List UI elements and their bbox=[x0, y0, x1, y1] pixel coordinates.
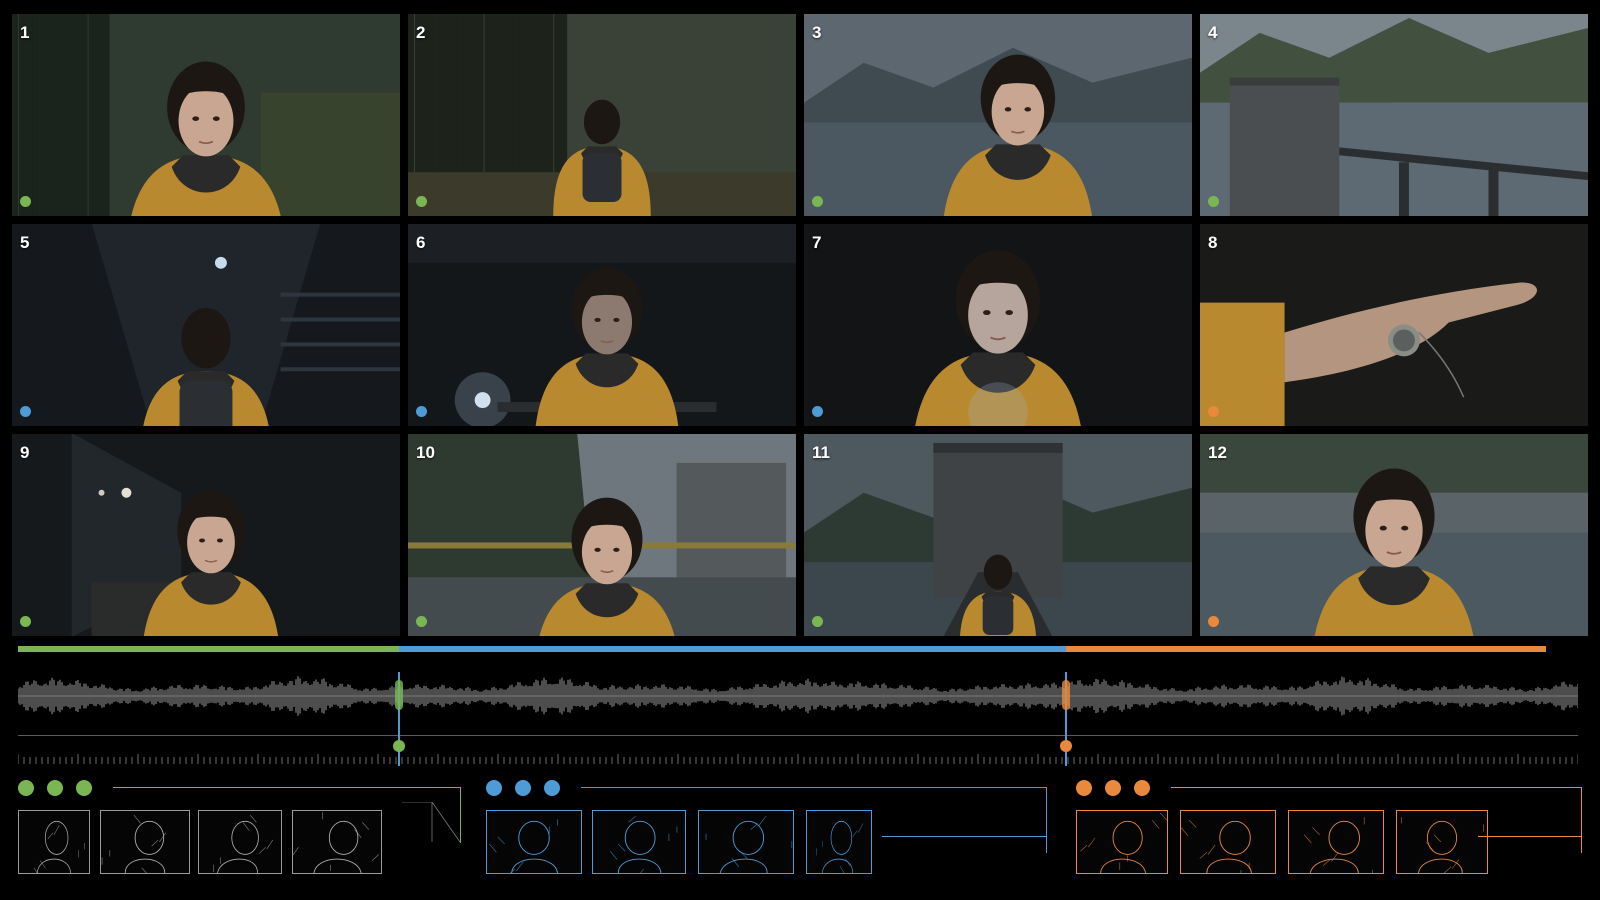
sketch-thumbnail[interactable] bbox=[292, 810, 382, 874]
timeline-ruler[interactable] bbox=[17, 752, 1579, 764]
storyboard-shot-7[interactable]: 7 bbox=[804, 224, 1192, 426]
act-panel-2 bbox=[486, 776, 1047, 876]
timeline-track-line bbox=[18, 735, 1578, 736]
act-beat-dot[interactable] bbox=[18, 780, 34, 796]
shot-image bbox=[804, 14, 1192, 216]
act-indicator-dot bbox=[416, 406, 427, 417]
shot-image bbox=[1200, 434, 1588, 636]
sketch-thumbnail[interactable] bbox=[698, 810, 794, 874]
act-indicator-dot bbox=[20, 196, 31, 207]
act-indicator-dot bbox=[1208, 406, 1219, 417]
act-bracket-line bbox=[1171, 787, 1581, 788]
sketch-thumbnail[interactable] bbox=[1288, 810, 1384, 874]
storyboard-shot-3[interactable]: 3 bbox=[804, 14, 1192, 216]
act-beat-dot[interactable] bbox=[544, 780, 560, 796]
shot-image bbox=[1200, 224, 1588, 426]
sketch-thumbnail[interactable] bbox=[1076, 810, 1168, 874]
storyboard-shot-6[interactable]: 6 bbox=[408, 224, 796, 426]
shot-image bbox=[408, 434, 796, 636]
sketch-thumbnail[interactable] bbox=[1396, 810, 1488, 874]
shot-image bbox=[804, 224, 1192, 426]
act-indicator-dot bbox=[1208, 196, 1219, 207]
storyboard-shot-8[interactable]: 8 bbox=[1200, 224, 1588, 426]
waveform-graphic bbox=[17, 676, 1579, 716]
bracket-diagonal bbox=[402, 802, 461, 843]
act-beat-dot[interactable] bbox=[515, 780, 531, 796]
act-indicator-dot bbox=[812, 616, 823, 627]
storyboard-shot-9[interactable]: 9 bbox=[12, 434, 400, 636]
shot-number: 11 bbox=[812, 443, 830, 462]
shot-number: 6 bbox=[416, 233, 426, 252]
act-panel-3 bbox=[1076, 776, 1582, 876]
shot-image bbox=[804, 434, 1192, 636]
transition-marker-handle[interactable] bbox=[395, 680, 404, 710]
shot-number: 5 bbox=[20, 233, 30, 252]
storyboard-shot-12[interactable]: 12 bbox=[1200, 434, 1588, 636]
act-bar-1[interactable] bbox=[18, 646, 400, 652]
shot-number: 12 bbox=[1208, 443, 1227, 462]
act-beat-dot[interactable] bbox=[1105, 780, 1121, 796]
shot-image bbox=[12, 434, 400, 636]
shot-number: 3 bbox=[812, 23, 822, 42]
shot-image bbox=[12, 14, 400, 216]
act-beat-dot[interactable] bbox=[1076, 780, 1092, 796]
audio-waveform[interactable] bbox=[17, 672, 1579, 720]
shot-number: 9 bbox=[20, 443, 30, 462]
transition-marker-dot[interactable] bbox=[1059, 740, 1072, 752]
act-bar-2[interactable] bbox=[399, 646, 1066, 652]
act-indicator-dot bbox=[812, 196, 823, 207]
storyboard-shot-2[interactable]: 2 bbox=[408, 14, 796, 216]
storyboard-grid: 1 2 3 4 5 6 7 8 9 10 11 12 bbox=[12, 14, 1588, 636]
act-indicator-dot bbox=[416, 616, 427, 627]
act-beat-dot[interactable] bbox=[47, 780, 63, 796]
sketch-thumbnail[interactable] bbox=[486, 810, 582, 874]
act-indicator-dot bbox=[416, 196, 427, 207]
shot-image bbox=[1200, 14, 1588, 216]
act-bracket-tail bbox=[882, 836, 1046, 837]
sketch-thumbnail[interactable] bbox=[18, 810, 90, 874]
act-indicator-dot bbox=[20, 406, 31, 417]
storyboard-shot-10[interactable]: 10 bbox=[408, 434, 796, 636]
storyboard-shot-5[interactable]: 5 bbox=[12, 224, 400, 426]
shot-number: 10 bbox=[416, 443, 435, 462]
sketch-thumbnail[interactable] bbox=[1180, 810, 1276, 874]
act-beat-dot[interactable] bbox=[76, 780, 92, 796]
ruler-ticks bbox=[17, 754, 1579, 764]
sketch-thumbnail[interactable] bbox=[806, 810, 872, 874]
act-bracket-tail bbox=[1478, 836, 1581, 837]
shot-number: 7 bbox=[812, 233, 822, 252]
shot-number: 8 bbox=[1208, 233, 1218, 252]
shot-number: 1 bbox=[20, 23, 30, 42]
act-indicator-dot bbox=[1208, 616, 1219, 627]
storyboard-shot-4[interactable]: 4 bbox=[1200, 14, 1588, 216]
sketch-thumbnail[interactable] bbox=[592, 810, 686, 874]
act-beat-dot[interactable] bbox=[486, 780, 502, 796]
shot-number: 2 bbox=[416, 23, 426, 42]
shot-image bbox=[408, 224, 796, 426]
shot-image bbox=[12, 224, 400, 426]
storyboard-shot-11[interactable]: 11 bbox=[804, 434, 1192, 636]
transition-marker-dot[interactable] bbox=[393, 740, 406, 752]
act-beat-dot[interactable] bbox=[1134, 780, 1150, 796]
sketch-thumbnail[interactable] bbox=[100, 810, 190, 874]
act-bracket-line bbox=[581, 787, 1046, 788]
shot-image bbox=[408, 14, 796, 216]
act-bracket-end bbox=[1046, 787, 1047, 853]
act-indicator-dot bbox=[812, 406, 823, 417]
transition-marker-handle[interactable] bbox=[1061, 680, 1070, 710]
act-bar-3[interactable] bbox=[1065, 646, 1546, 652]
act-bracket-line bbox=[113, 787, 460, 788]
storyboard-shot-1[interactable]: 1 bbox=[12, 14, 400, 216]
act-indicator-dot bbox=[20, 616, 31, 627]
act-bracket-end bbox=[1581, 787, 1582, 853]
sketch-thumbnail[interactable] bbox=[198, 810, 282, 874]
act-panel-1 bbox=[18, 776, 461, 876]
shot-number: 4 bbox=[1208, 23, 1218, 42]
